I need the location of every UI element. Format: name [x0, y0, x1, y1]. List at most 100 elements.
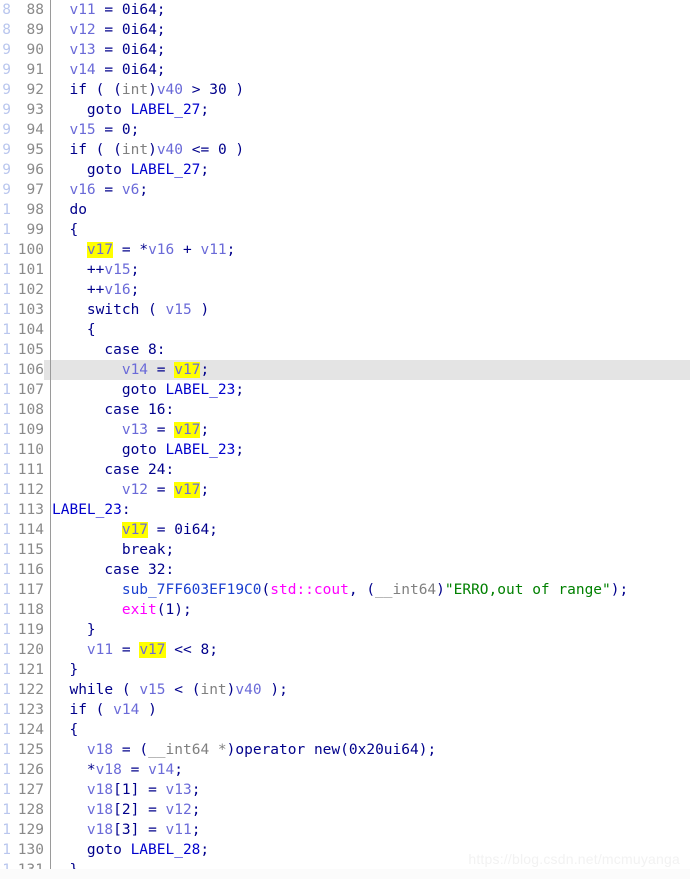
line-content[interactable]: v12 = 0i64;	[44, 20, 165, 40]
code-line[interactable]: 128 v18[2] = v12;	[0, 800, 690, 820]
code-line[interactable]: 98 do	[0, 200, 690, 220]
code-line[interactable]: 129 v18[3] = v11;	[0, 820, 690, 840]
line-content[interactable]: if ( (int)v40 > 30 )	[44, 80, 244, 100]
code-line[interactable]: 107 goto LABEL_23;	[0, 380, 690, 400]
line-content[interactable]: v14 = 0i64;	[44, 60, 165, 80]
code-line[interactable]: 113 LABEL_23:	[0, 500, 690, 520]
line-content[interactable]: v18[3] = v11;	[44, 820, 201, 840]
line-number: 124	[0, 720, 44, 740]
code-line[interactable]: 92 if ( (int)v40 > 30 )	[0, 80, 690, 100]
code-line[interactable]: 94 v15 = 0;	[0, 120, 690, 140]
line-content[interactable]: if ( (int)v40 <= 0 )	[44, 140, 244, 160]
code-line[interactable]: 120 v11 = v17 << 8;	[0, 640, 690, 660]
line-number: 120	[0, 640, 44, 660]
line-content[interactable]: v18 = (__int64 *)operator new(0x20ui64);	[44, 740, 436, 760]
code-line[interactable]: 118 exit(1);	[0, 600, 690, 620]
code-line[interactable]: 127 v18[1] = v13;	[0, 780, 690, 800]
line-content[interactable]: if ( v14 )	[44, 700, 156, 720]
line-content[interactable]: v11 = 0i64;	[44, 0, 165, 20]
code-line[interactable]: 124 {	[0, 720, 690, 740]
code-line[interactable]: 106 v14 = v17;	[0, 360, 690, 380]
code-line[interactable]: 121 }	[0, 660, 690, 680]
code-line[interactable]: 117 sub_7FF603EF19C0(std::cout, (__int64…	[0, 580, 690, 600]
line-content[interactable]: exit(1);	[44, 600, 192, 620]
line-number: 112	[0, 480, 44, 500]
code-line[interactable]: 90 v13 = 0i64;	[0, 40, 690, 60]
line-content[interactable]: goto LABEL_23;	[44, 440, 244, 460]
code-line[interactable]: 100 v17 = *v16 + v11;	[0, 240, 690, 260]
line-number: 88	[0, 0, 44, 20]
line-content[interactable]: v11 = v17 << 8;	[44, 640, 218, 660]
code-line[interactable]: 125 v18 = (__int64 *)operator new(0x20ui…	[0, 740, 690, 760]
code-line[interactable]: 115 break;	[0, 540, 690, 560]
line-content[interactable]: break;	[44, 540, 174, 560]
line-content[interactable]: v16 = v6;	[44, 180, 148, 200]
line-content[interactable]: v12 = v17;	[44, 480, 209, 500]
line-content[interactable]: case 24:	[44, 460, 174, 480]
code-line[interactable]: 96 goto LABEL_27;	[0, 160, 690, 180]
line-number: 109	[0, 420, 44, 440]
line-content[interactable]: v17 = *v16 + v11;	[44, 240, 235, 260]
code-line[interactable]: 99 {	[0, 220, 690, 240]
line-number: 100	[0, 240, 44, 260]
code-line[interactable]: 103 switch ( v15 )	[0, 300, 690, 320]
line-number: 125	[0, 740, 44, 760]
code-line[interactable]: 108 case 16:	[0, 400, 690, 420]
code-line[interactable]: 111 case 24:	[0, 460, 690, 480]
code-listing[interactable]: 88 v11 = 0i64; 89 v12 = 0i64; 90 v13 = 0i6…	[0, 0, 690, 880]
line-number: 115	[0, 540, 44, 560]
line-number: 129	[0, 820, 44, 840]
code-line[interactable]: 112 v12 = v17;	[0, 480, 690, 500]
line-content[interactable]: ++v16;	[44, 280, 139, 300]
code-line[interactable]: 110 goto LABEL_23;	[0, 440, 690, 460]
code-line[interactable]: 109 v13 = v17;	[0, 420, 690, 440]
line-content[interactable]: sub_7FF603EF19C0(std::cout, (__int64)"ER…	[44, 580, 628, 600]
line-number: 89	[0, 20, 44, 40]
line-content[interactable]: goto LABEL_27;	[44, 100, 209, 120]
code-line[interactable]: 95 if ( (int)v40 <= 0 )	[0, 140, 690, 160]
line-content[interactable]: }	[44, 620, 96, 640]
line-content[interactable]: v18[2] = v12;	[44, 800, 201, 820]
line-content[interactable]: goto LABEL_28;	[44, 840, 209, 860]
code-line[interactable]: 102 ++v16;	[0, 280, 690, 300]
line-content[interactable]: switch ( v15 )	[44, 300, 209, 320]
line-content[interactable]: v13 = v17;	[44, 420, 209, 440]
line-content[interactable]: case 16:	[44, 400, 174, 420]
line-content[interactable]: v15 = 0;	[44, 120, 139, 140]
line-content[interactable]: case 32:	[44, 560, 174, 580]
line-number: 99	[0, 220, 44, 240]
line-content[interactable]: v13 = 0i64;	[44, 40, 165, 60]
line-content[interactable]: {	[44, 320, 96, 340]
line-content[interactable]: *v18 = v14;	[44, 760, 183, 780]
line-content[interactable]: goto LABEL_23;	[44, 380, 244, 400]
code-line[interactable]: 89 v12 = 0i64;	[0, 20, 690, 40]
line-number: 94	[0, 120, 44, 140]
code-line[interactable]: 101 ++v15;	[0, 260, 690, 280]
line-content[interactable]: v14 = v17;	[44, 360, 209, 380]
line-content[interactable]: LABEL_23:	[44, 500, 131, 520]
line-number: 93	[0, 100, 44, 120]
line-content[interactable]: case 8:	[44, 340, 165, 360]
line-content[interactable]: v18[1] = v13;	[44, 780, 201, 800]
code-line[interactable]: 91 v14 = 0i64;	[0, 60, 690, 80]
code-line[interactable]: 105 case 8:	[0, 340, 690, 360]
code-line[interactable]: 122 while ( v15 < (int)v40 );	[0, 680, 690, 700]
line-number: 130	[0, 840, 44, 860]
code-line[interactable]: 116 case 32:	[0, 560, 690, 580]
bottom-edge-fade	[0, 869, 690, 879]
line-content[interactable]: v17 = 0i64;	[44, 520, 218, 540]
code-line[interactable]: 114 v17 = 0i64;	[0, 520, 690, 540]
code-line[interactable]: 126 *v18 = v14;	[0, 760, 690, 780]
code-line[interactable]: 93 goto LABEL_27;	[0, 100, 690, 120]
line-content[interactable]: ++v15;	[44, 260, 139, 280]
line-number: 97	[0, 180, 44, 200]
pseudocode-viewer: 8899999999111111111111111111111111111111…	[0, 0, 690, 880]
code-line[interactable]: 119 }	[0, 620, 690, 640]
line-content[interactable]: while ( v15 < (int)v40 );	[44, 680, 287, 700]
code-line[interactable]: 97 v16 = v6;	[0, 180, 690, 200]
code-line[interactable]: 123 if ( v14 )	[0, 700, 690, 720]
line-content[interactable]: goto LABEL_27;	[44, 160, 209, 180]
code-line[interactable]: 104 {	[0, 320, 690, 340]
code-line[interactable]: 88 v11 = 0i64;	[0, 0, 690, 20]
line-number: 114	[0, 520, 44, 540]
